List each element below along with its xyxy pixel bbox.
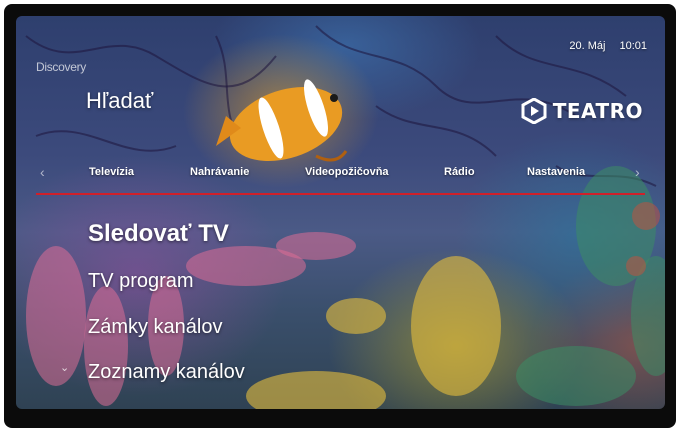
tab-videopozicovna[interactable]: Videopožičovňa bbox=[305, 166, 389, 178]
main-nav: ‹ Televízia Nahrávanie Videopožičovňa Rá… bbox=[16, 156, 665, 192]
date-label: 20. Máj bbox=[569, 40, 606, 52]
menu-item-zoznamy-kanalov[interactable]: Zoznamy kanálov bbox=[88, 361, 245, 384]
aquarium-background bbox=[25, 25, 665, 409]
tab-televizia[interactable]: Televízia bbox=[89, 166, 134, 178]
nav-right-arrow-icon[interactable]: › bbox=[635, 164, 640, 180]
scroll-down-icon[interactable]: ⌄ bbox=[60, 361, 69, 374]
nav-left-arrow-icon[interactable]: ‹ bbox=[40, 164, 45, 180]
time-label: 10:01 bbox=[619, 40, 647, 52]
tab-radio[interactable]: Rádio bbox=[444, 166, 475, 178]
tab-nahravanie[interactable]: Nahrávanie bbox=[190, 166, 249, 178]
tab-nastavenia[interactable]: Nastavenia bbox=[527, 166, 585, 178]
tv-screen: Discovery 20. Máj 10:01 Hľadať TEATRO ‹ … bbox=[16, 16, 665, 409]
date-time: 20. Máj 10:01 bbox=[569, 40, 647, 52]
teatro-logo: TEATRO bbox=[521, 98, 643, 124]
channel-logo: Discovery bbox=[36, 60, 86, 74]
teatro-logo-text: TEATRO bbox=[552, 99, 643, 123]
teatro-logo-icon bbox=[521, 98, 547, 124]
search-label: Hľadať bbox=[86, 88, 154, 113]
menu-item-tv-program[interactable]: TV program bbox=[88, 270, 194, 293]
menu-item-sledovat-tv[interactable]: Sledovať TV bbox=[88, 220, 229, 248]
menu-item-zamky-kanalov[interactable]: Zámky kanálov bbox=[88, 316, 223, 339]
search-button[interactable]: Hľadať bbox=[86, 88, 153, 114]
nav-underline bbox=[36, 193, 645, 195]
